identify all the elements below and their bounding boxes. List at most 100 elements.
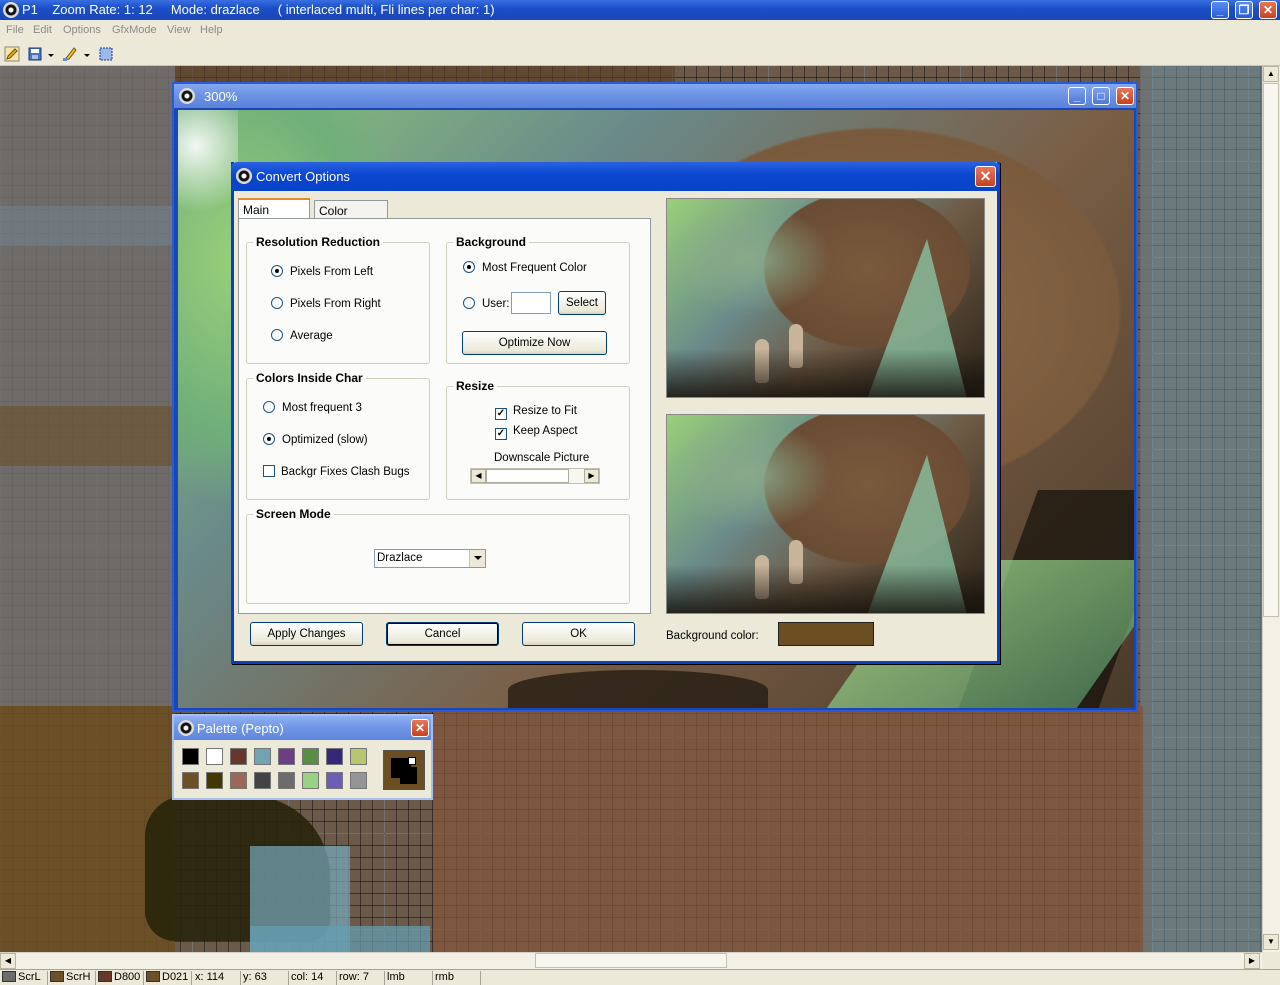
- status-rmb: rmb: [433, 971, 481, 985]
- radio-button[interactable]: [271, 329, 283, 341]
- user-color-input[interactable]: [511, 292, 551, 314]
- screen-mode-select[interactable]: Drazlace: [374, 549, 486, 568]
- downscale-slider[interactable]: ◀ ▶: [470, 468, 600, 484]
- chevron-down-icon[interactable]: [469, 550, 485, 567]
- radio-user-color[interactable]: User:: [463, 297, 509, 310]
- dialog-icon: [236, 168, 252, 184]
- palette-swatch[interactable]: [254, 748, 271, 765]
- radio-button[interactable]: [463, 261, 475, 273]
- status-bar: ScrL ScrH D800 D021 x: 114 y: 63 col: 14…: [0, 969, 1280, 985]
- checkbox[interactable]: ✓: [495, 428, 507, 440]
- palette-swatch[interactable]: [206, 772, 223, 789]
- radio-optimized-slow[interactable]: Optimized (slow): [263, 433, 368, 446]
- radio-button[interactable]: [271, 297, 283, 309]
- horizontal-scroll-thumb[interactable]: [535, 953, 727, 968]
- radio-most-frequent-3[interactable]: Most frequent 3: [263, 401, 362, 414]
- checkbox[interactable]: ✓: [495, 408, 507, 420]
- dialog-title-bar[interactable]: Convert Options ✕: [231, 162, 1000, 191]
- select-icon[interactable]: [98, 46, 114, 62]
- vertical-scroll-thumb[interactable]: [1263, 83, 1279, 617]
- radio-button[interactable]: [263, 433, 275, 445]
- menu-view[interactable]: View: [167, 24, 191, 36]
- checkbox-backgr-fixes-clash-bugs[interactable]: Backgr Fixes Clash Bugs: [263, 465, 409, 478]
- brush-icon[interactable]: [62, 46, 78, 62]
- palette-swatch[interactable]: [278, 748, 295, 765]
- palette-swatch[interactable]: [302, 772, 319, 789]
- palette-title-bar[interactable]: Palette (Pepto) ✕: [174, 716, 431, 740]
- status-lmb: lmb: [385, 971, 433, 985]
- slider-right-button[interactable]: ▶: [584, 469, 599, 483]
- scroll-right-button[interactable]: ▶: [1244, 953, 1260, 969]
- current-colors-indicator[interactable]: [383, 750, 425, 790]
- pencil-icon[interactable]: [4, 46, 20, 62]
- radio-button[interactable]: [271, 265, 283, 277]
- dialog-close-button[interactable]: ✕: [975, 166, 996, 187]
- radio-button[interactable]: [263, 401, 275, 413]
- minimize-button[interactable]: _: [1211, 1, 1229, 19]
- ok-button[interactable]: OK: [522, 622, 635, 646]
- radio-average[interactable]: Average: [271, 329, 333, 342]
- select-color-button[interactable]: Select: [558, 291, 606, 315]
- palette-swatch[interactable]: [278, 772, 295, 789]
- background-color-swatch[interactable]: [778, 622, 874, 646]
- menu-edit[interactable]: Edit: [33, 24, 52, 36]
- scroll-left-button[interactable]: ◀: [0, 953, 16, 969]
- tab-main-settings[interactable]: Main Settings: [238, 198, 310, 231]
- tab-color-settings[interactable]: Color Settings: [314, 200, 388, 232]
- palette-swatch[interactable]: [350, 772, 367, 789]
- save-dropdown-icon[interactable]: [48, 54, 54, 57]
- scroll-down-button[interactable]: ▼: [1263, 934, 1279, 950]
- radio-pixels-from-left[interactable]: Pixels From Left: [271, 265, 373, 278]
- zoom-close-button[interactable]: ✕: [1116, 87, 1134, 105]
- background-legend: Background: [453, 235, 530, 249]
- zoom-window-icon: [179, 88, 195, 104]
- zoom-window-title-bar[interactable]: 300% _ □ ✕: [174, 84, 1136, 108]
- brush-dropdown-icon[interactable]: [84, 54, 90, 57]
- palette-close-button[interactable]: ✕: [411, 719, 429, 737]
- optimize-now-button[interactable]: Optimize Now: [462, 331, 607, 355]
- palette-swatch[interactable]: [326, 772, 343, 789]
- cancel-button[interactable]: Cancel: [386, 622, 499, 646]
- checkbox-label: Resize to Fit: [513, 405, 577, 417]
- close-button[interactable]: ✕: [1259, 1, 1277, 19]
- radio-pixels-from-right[interactable]: Pixels From Right: [271, 297, 381, 310]
- checkbox-label: Backgr Fixes Clash Bugs: [281, 466, 410, 478]
- slider-left-button[interactable]: ◀: [471, 469, 486, 483]
- status-row: row: 7: [337, 971, 385, 985]
- palette-swatch[interactable]: [254, 772, 271, 789]
- apply-changes-button[interactable]: Apply Changes: [250, 622, 363, 646]
- palette-swatch[interactable]: [182, 748, 199, 765]
- zoom-maximize-button[interactable]: □: [1092, 87, 1110, 105]
- zoom-minimize-button[interactable]: _: [1068, 87, 1086, 105]
- save-icon[interactable]: [27, 46, 43, 62]
- palette-swatch[interactable]: [230, 772, 247, 789]
- palette-swatch[interactable]: [230, 748, 247, 765]
- checkbox[interactable]: [263, 465, 275, 477]
- menu-file[interactable]: File: [6, 24, 24, 36]
- vertical-scrollbar[interactable]: ▲ ▼: [1262, 66, 1280, 952]
- radio-most-frequent-color[interactable]: Most Frequent Color: [463, 261, 587, 274]
- horizontal-scrollbar[interactable]: ◀ ▶: [0, 952, 1262, 969]
- palette-swatch[interactable]: [206, 748, 223, 765]
- zoom-window-title: 300%: [204, 89, 238, 104]
- radio-button[interactable]: [463, 297, 475, 309]
- menu-gfxmode[interactable]: GfxMode: [112, 24, 157, 36]
- original-preview-image: [666, 198, 985, 398]
- menu-options[interactable]: Options: [63, 24, 101, 36]
- palette-swatch[interactable]: [326, 748, 343, 765]
- palette-swatch[interactable]: [302, 748, 319, 765]
- menu-help[interactable]: Help: [200, 24, 223, 36]
- scroll-up-button[interactable]: ▲: [1263, 66, 1279, 82]
- background-color-label: Background color:: [666, 630, 759, 642]
- status-col: col: 14: [289, 971, 337, 985]
- checkbox-resize-to-fit[interactable]: ✓ Resize to Fit: [495, 405, 577, 420]
- palette-swatch[interactable]: [350, 748, 367, 765]
- menu-bar: File Edit Options GfxMode View Help: [0, 20, 1280, 41]
- palette-swatch[interactable]: [182, 772, 199, 789]
- restore-button[interactable]: ❐: [1235, 1, 1253, 19]
- status-scrh: ScrH: [48, 971, 96, 985]
- palette-window: Palette (Pepto) ✕: [172, 714, 433, 800]
- checkbox-keep-aspect[interactable]: ✓ Keep Aspect: [495, 425, 578, 440]
- downscale-slider-thumb[interactable]: [486, 469, 569, 483]
- radio-label: Most Frequent Color: [482, 262, 587, 274]
